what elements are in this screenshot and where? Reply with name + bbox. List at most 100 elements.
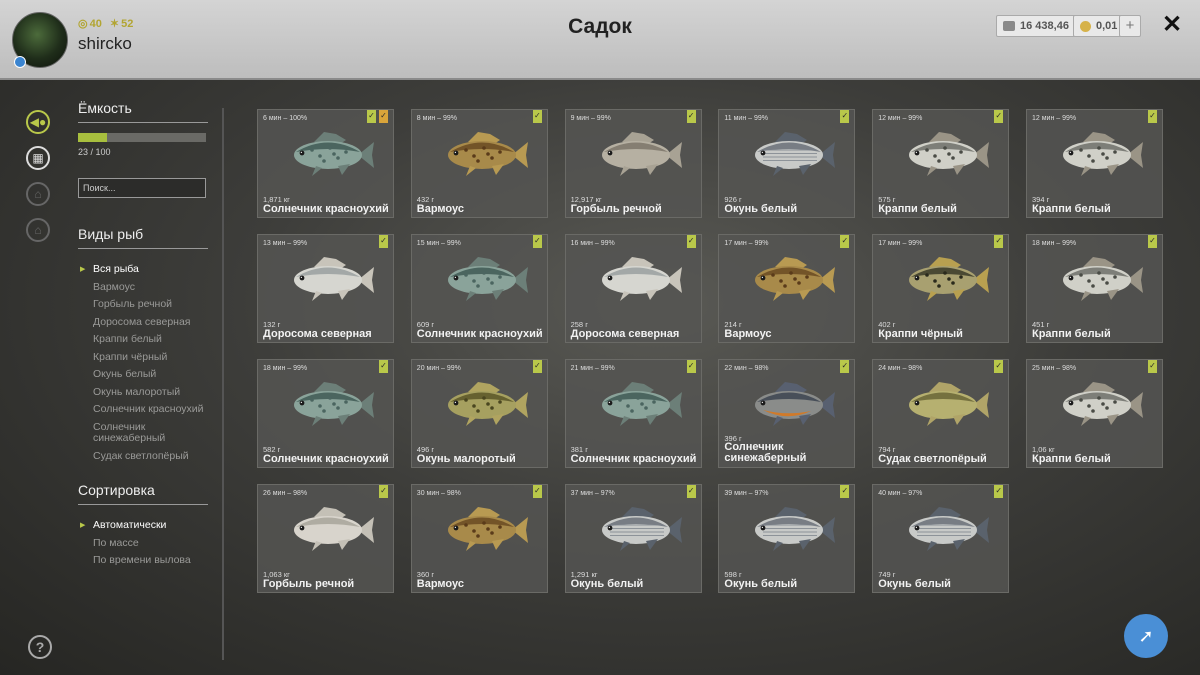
catch-time: 18 мин – 99%: [1032, 240, 1077, 247]
filter-item[interactable]: Доросома северная: [78, 314, 208, 332]
fish-spot: [1087, 154, 1091, 158]
fish-eye: [453, 150, 459, 156]
filter-item[interactable]: Горбыль речной: [78, 296, 208, 314]
fish-card[interactable]: 18 мин – 99% ✓ 582 г Солнечник красноухий: [257, 359, 394, 468]
home-tab-icon[interactable]: ⌂: [26, 182, 50, 206]
fish-card[interactable]: 37 мин – 97% ✓ 1,291 кг Окунь белый: [564, 484, 702, 593]
fish-spot: [629, 409, 634, 413]
catch-time: 11 мин – 99%: [724, 115, 768, 122]
sort-title: Сортировка: [78, 482, 208, 505]
catch-time: 9 мин – 99%: [570, 115, 611, 122]
species-title: Виды рыб: [78, 226, 208, 249]
filter-item[interactable]: Окунь малоротый: [78, 384, 208, 402]
cursor-mode-button[interactable]: ➚: [1124, 614, 1168, 658]
fish-eye: [1068, 275, 1074, 281]
fish-image: [755, 132, 836, 176]
check-badge-icon: ✓: [379, 360, 388, 373]
fish-card[interactable]: 24 мин – 98% ✓ 794 г Судак светлопёрый: [872, 359, 1010, 468]
fish-spot: [485, 402, 490, 406]
fish-spot: [1113, 400, 1117, 404]
fish-image: [447, 132, 528, 176]
fish-card[interactable]: 15 мин – 99% ✓ 609 г Солнечник красноухий: [410, 234, 548, 343]
fish-card[interactable]: 16 мин – 99% ✓ 258 г Доросома северная: [564, 234, 702, 343]
catch-time: 13 мин – 99%: [263, 240, 308, 247]
filter-item[interactable]: Краппи чёрный: [78, 349, 208, 367]
filter-item[interactable]: Вармоус: [78, 279, 208, 297]
fish-card[interactable]: 20 мин – 99% ✓ 496 г Окунь малоротый: [410, 359, 548, 468]
capacity-text: 23 / 100: [78, 147, 111, 157]
filter-item[interactable]: Автоматически: [78, 517, 208, 535]
fish-name: Горбыль речной: [570, 203, 662, 215]
filter-item[interactable]: По времени вылова: [78, 552, 208, 570]
fish-spot: [639, 402, 644, 406]
fish-card[interactable]: 6 мин – 100% ✓ ✓ 1,871 кг Солнечник красноух…: [257, 109, 394, 218]
fish-card[interactable]: 30 мин – 98% ✓ 360 г Вармоус: [410, 484, 548, 593]
fish-eye-glint: [1069, 151, 1072, 154]
status-badge-icon: [14, 56, 26, 68]
fish-card[interactable]: 8 мин – 99% ✓ 432 г Вармоус: [410, 109, 548, 218]
fish-image: [601, 132, 682, 176]
fish-tab-icon[interactable]: ◀●: [26, 110, 50, 134]
fish-spot: [1105, 156, 1109, 160]
fish-card[interactable]: 13 мин – 99% ✓ 132 г Доросома северная: [257, 234, 394, 343]
fish-eye: [299, 275, 305, 281]
fish-card[interactable]: 26 мин – 98% ✓ 1,063 кг Горбыль речной: [257, 484, 394, 593]
filter-item[interactable]: Солнечник красноухий: [78, 401, 208, 419]
fish-name: Солнечник красноухий: [263, 203, 389, 215]
keepnet-tab-icon[interactable]: ▦: [26, 146, 50, 170]
fish-eye-glint: [454, 276, 456, 279]
fish-spot: [1091, 284, 1095, 288]
close-icon[interactable]: ✕: [1162, 10, 1182, 39]
fish-card[interactable]: 17 мин – 99% ✓ 214 г Вармоус: [718, 234, 856, 343]
fish-spot: [617, 398, 622, 402]
search-input[interactable]: Поиск...: [78, 178, 206, 198]
fish-spot: [1091, 409, 1095, 413]
fish-card[interactable]: 40 мин – 97% ✓ 749 г Окунь белый: [872, 484, 1010, 593]
fish-spot: [471, 154, 476, 158]
help-icon[interactable]: ?: [28, 635, 52, 659]
fish-card[interactable]: 11 мин – 99% ✓ 926 г Окунь белый: [718, 109, 856, 218]
filter-item[interactable]: Вся рыба: [78, 261, 208, 279]
fish-image: [601, 507, 682, 551]
fish-name: Судак светлопёрый: [878, 453, 987, 465]
house-tab-icon[interactable]: ⌂: [26, 218, 50, 242]
fish-spot: [959, 150, 963, 154]
filter-item[interactable]: По массе: [78, 535, 208, 553]
fish-card[interactable]: 17 мин – 99% ✓ 402 г Краппи чёрный: [872, 234, 1010, 343]
filter-item[interactable]: Краппи белый: [78, 331, 208, 349]
fish-spot: [1113, 275, 1117, 279]
fish-spot: [1097, 271, 1101, 275]
fish-card[interactable]: 22 мин – 98% ✓ 396 г Солнечник синежаберный: [718, 359, 856, 468]
catch-time: 6 мин – 100%: [263, 115, 308, 122]
species-list: Вся рыбаВармоусГорбыль речнойДоросома се…: [78, 261, 208, 465]
fish-card[interactable]: 25 мин – 98% ✓ 1,06 кг Краппи белый: [1026, 359, 1163, 468]
filter-item[interactable]: Судак светлопёрый: [78, 448, 208, 466]
fish-eye: [760, 525, 766, 531]
fish-eye: [299, 150, 305, 156]
fish-spot: [933, 279, 937, 283]
fish-spot: [779, 279, 784, 283]
filter-item[interactable]: Окунь белый: [78, 366, 208, 384]
fish-card[interactable]: 12 мин – 99% ✓ 575 г Краппи белый: [872, 109, 1010, 218]
fish-image: [909, 507, 990, 551]
fish-image: [909, 382, 990, 426]
fish-card[interactable]: 12 мин – 99% ✓ 394 г Краппи белый: [1026, 109, 1163, 218]
silver-balance: 16 438,46: [996, 15, 1076, 37]
fish-card[interactable]: 21 мин – 99% ✓ 381 г Солнечник красноухий: [564, 359, 702, 468]
check-badge-icon: ✓: [379, 235, 388, 248]
fish-card[interactable]: 39 мин – 97% ✓ 598 г Окунь белый: [718, 484, 856, 593]
fish-card[interactable]: 9 мин – 99% ✓ 12,917 кг Горбыль речной: [564, 109, 702, 218]
fish-eye: [607, 400, 612, 406]
catch-time: 17 мин – 99%: [724, 240, 769, 247]
fish-spot: [344, 150, 348, 154]
fish-spot: [1079, 148, 1083, 152]
catch-time: 12 мин – 99%: [1032, 115, 1077, 122]
fish-eye-glint: [915, 276, 918, 279]
fish-spot: [1091, 159, 1095, 163]
fish-card[interactable]: 18 мин – 99% ✓ 451 г Краппи белый: [1026, 234, 1163, 343]
fish-spot: [933, 154, 937, 158]
fish-name: Краппи белый: [1032, 453, 1111, 465]
filter-item[interactable]: Солнечник синежаберный: [78, 419, 208, 448]
fish-spot: [943, 271, 947, 275]
add-currency-button[interactable]: +: [1119, 15, 1141, 37]
